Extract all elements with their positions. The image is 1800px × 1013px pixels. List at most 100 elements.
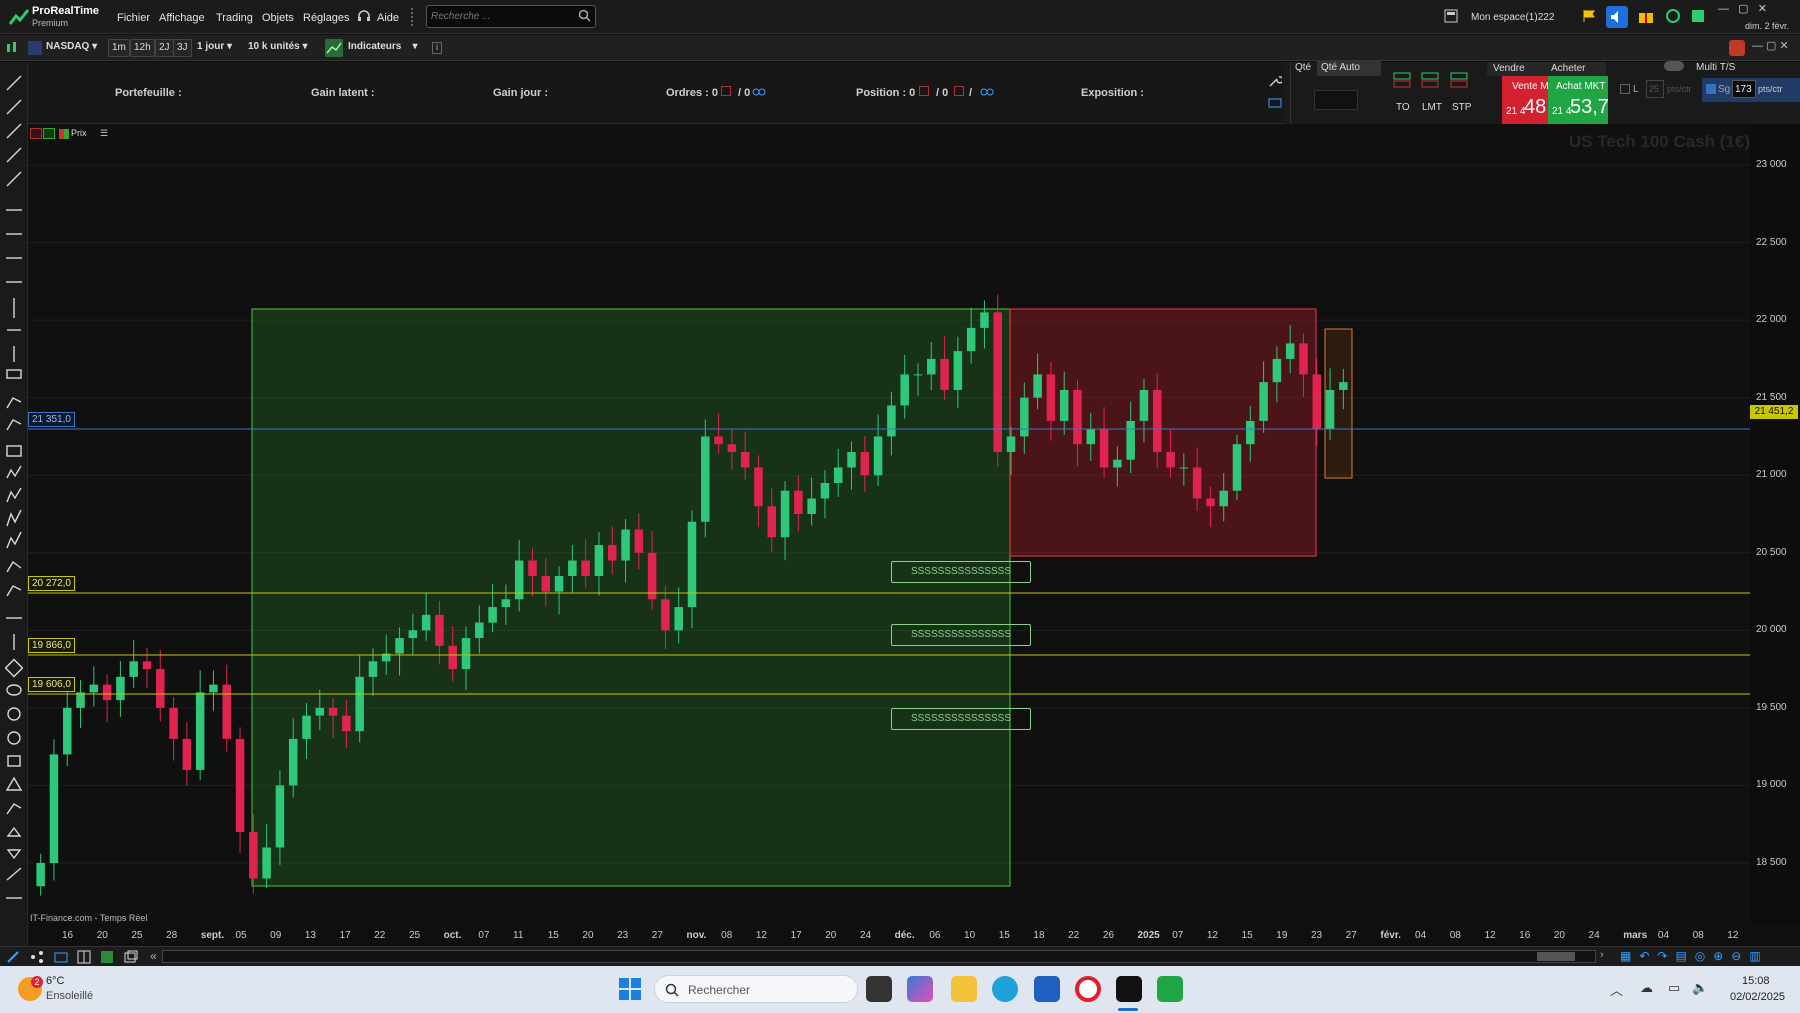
candle-body[interactable]: [780, 490, 790, 538]
candle-body[interactable]: [1113, 459, 1122, 468]
candle-body[interactable]: [76, 692, 85, 708]
candle-body[interactable]: [89, 684, 99, 693]
period-selector[interactable]: 1 jour ▾: [194, 39, 235, 57]
alert-icon[interactable]: [1729, 40, 1745, 56]
candle-body[interactable]: [501, 599, 511, 608]
level-label-19866[interactable]: 19 866,0: [28, 638, 75, 653]
list-icon[interactable]: ☰: [100, 128, 112, 139]
scroll-right-icon[interactable]: ›: [1600, 949, 1614, 963]
units-selector[interactable]: 10 k unités ▾: [245, 39, 311, 57]
red-zone-box[interactable]: [1009, 308, 1317, 557]
candle-body[interactable]: [448, 645, 457, 670]
task-view-icon[interactable]: [866, 976, 892, 1002]
candle-body[interactable]: [554, 576, 564, 592]
qty-auto-toggle[interactable]: Qté Auto: [1317, 60, 1381, 76]
refresh-icon[interactable]: [43, 128, 55, 139]
order-type-lmt[interactable]: LMT: [1422, 102, 1442, 113]
candle-body[interactable]: [1126, 420, 1135, 460]
menu-trading[interactable]: Trading: [216, 12, 253, 24]
position-close-icon[interactable]: [919, 86, 929, 96]
candle-body[interactable]: [129, 661, 138, 677]
network-icon[interactable]: ▭: [1668, 980, 1680, 996]
wrench-icon[interactable]: [1268, 74, 1282, 88]
price-chart[interactable]: Prix ☰ US Tech 100 Cash (1€) 21 351,0 20…: [28, 124, 1750, 941]
edge-icon[interactable]: [992, 976, 1018, 1002]
sync-icon[interactable]: [1664, 8, 1682, 24]
candle-body[interactable]: [980, 312, 989, 328]
workspace-selector[interactable]: Mon espace(1)222: [1471, 12, 1554, 23]
chart-type-icon[interactable]: [4, 40, 20, 56]
candle-body[interactable]: [342, 715, 351, 732]
candle-body[interactable]: [1272, 358, 1282, 383]
candle-body[interactable]: [1020, 397, 1029, 437]
keyboard-icon[interactable]: [1268, 96, 1282, 110]
candle-body[interactable]: [62, 707, 72, 755]
file-explorer-icon[interactable]: [951, 976, 977, 1002]
candle-body[interactable]: [621, 529, 630, 561]
candle-body[interactable]: [488, 607, 497, 623]
take-order-icon[interactable]: [1392, 70, 1412, 90]
close-icon[interactable]: ✕: [1758, 3, 1767, 15]
candle-body[interactable]: [940, 358, 949, 390]
price-axis[interactable]: 23 000 22 500 22 000 21 500 21 000 20 500 20 0…: [1750, 124, 1800, 924]
add-icon[interactable]: [30, 128, 42, 139]
candle-body[interactable]: [1086, 428, 1096, 445]
search-input[interactable]: Recherche ...: [426, 5, 596, 28]
candle-body[interactable]: [102, 684, 112, 701]
candle-body[interactable]: [674, 607, 683, 631]
candle-body[interactable]: [1192, 467, 1202, 499]
candle-body[interactable]: [1033, 374, 1042, 398]
tray-chevron-icon[interactable]: ︿: [1610, 980, 1623, 999]
level-label-20272[interactable]: 20 272,0: [28, 576, 75, 591]
text-box-2[interactable]: SSSSSSSSSSSSSSS: [891, 624, 1031, 646]
candle-body[interactable]: [887, 405, 896, 437]
candle-body[interactable]: [1073, 389, 1082, 445]
candle-body[interactable]: [249, 831, 258, 879]
indicators-button[interactable]: Indicateurs ▾: [345, 39, 421, 57]
maximize-icon[interactable]: ▢: [1738, 3, 1748, 15]
stop-order-icon[interactable]: [1449, 70, 1469, 90]
candle-body[interactable]: [820, 482, 830, 499]
cloud-icon[interactable]: ☁: [1640, 980, 1653, 996]
timeframe-3j[interactable]: 3J: [173, 39, 192, 57]
position-link-icon[interactable]: [980, 86, 994, 98]
level-label-21351[interactable]: 21 351,0: [28, 412, 75, 427]
menu-fichier[interactable]: Fichier: [117, 12, 150, 24]
indicators-icon[interactable]: [325, 39, 343, 57]
search-icon[interactable]: [578, 9, 591, 22]
candle-body[interactable]: [315, 707, 325, 716]
candle-body[interactable]: [328, 707, 338, 716]
taskbar-search[interactable]: Rechercher: [654, 975, 858, 1003]
candle-body[interactable]: [714, 436, 723, 445]
candle-body[interactable]: [182, 738, 192, 770]
candle-body[interactable]: [913, 374, 923, 376]
text-box-3[interactable]: SSSSSSSSSSSSSSS: [891, 708, 1031, 730]
candle-body[interactable]: [1139, 389, 1149, 421]
candle-body[interactable]: [1232, 444, 1242, 491]
zoom-controls[interactable]: ▦↶↷▤◎⊕⊖▥: [1620, 949, 1796, 965]
candle-body[interactable]: [116, 676, 125, 701]
time-scrollbar[interactable]: [162, 950, 1596, 963]
candle-body[interactable]: [302, 715, 311, 739]
candle-body[interactable]: [1259, 382, 1268, 421]
position-close-all-icon[interactable]: [954, 86, 964, 96]
candle-body[interactable]: [156, 669, 165, 708]
prorealtime-icon[interactable]: [1116, 976, 1142, 1002]
candle-body[interactable]: [222, 684, 232, 739]
orders-link-icon[interactable]: [752, 86, 766, 98]
candle-body[interactable]: [966, 327, 976, 352]
candle-body[interactable]: [1206, 498, 1215, 507]
menu-aide[interactable]: Aide: [377, 12, 399, 24]
limit-order-icon[interactable]: [1420, 70, 1440, 90]
headset-icon[interactable]: [357, 9, 371, 23]
candle-body[interactable]: [1219, 490, 1228, 507]
qty-input[interactable]: [1314, 90, 1358, 110]
candle-body[interactable]: [395, 638, 404, 654]
buy-market-button[interactable]: Achat MKT 21 4 53,7: [1548, 76, 1609, 124]
candle-body[interactable]: [49, 754, 59, 863]
menu-affichage[interactable]: Affichage: [159, 12, 205, 24]
multi-ts-toggle[interactable]: [1664, 61, 1684, 71]
menu-objets[interactable]: Objets: [262, 12, 294, 24]
info-icon[interactable]: i: [432, 42, 442, 54]
cursor-icon[interactable]: [6, 950, 20, 964]
